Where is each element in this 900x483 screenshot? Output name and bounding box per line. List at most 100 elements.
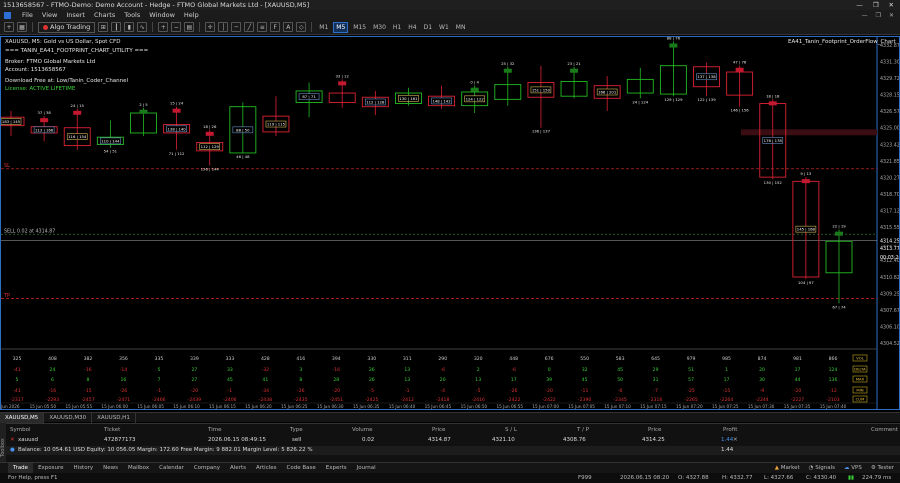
position-row[interactable]: ✕ xauusd 472877173 2026.06.15 08:49:15 s… xyxy=(0,436,900,445)
col-type[interactable]: Type xyxy=(290,427,303,433)
market-button[interactable]: ▲ Market xyxy=(775,465,800,471)
restore-icon[interactable]: ❐ xyxy=(873,1,879,9)
stat-delta-value: 13 xyxy=(404,367,410,373)
poc-value: 116 | 154 xyxy=(68,134,87,139)
col-comment[interactable]: Comment xyxy=(871,427,898,433)
menu-view[interactable]: View xyxy=(42,11,57,19)
stop-loss-label: SL xyxy=(4,163,10,169)
timeframe-h1[interactable]: H1 xyxy=(391,22,403,33)
tab-mailbox[interactable]: Mailbox xyxy=(123,463,154,474)
stat-max-value: 41 xyxy=(262,377,268,383)
stat-vol-value: 583 xyxy=(616,356,625,362)
crosshair-icon[interactable]: ✛ xyxy=(205,22,216,32)
tab-exposure[interactable]: Exposure xyxy=(33,463,68,474)
timeframe-mn[interactable]: MN xyxy=(454,22,468,33)
tester-button[interactable]: ⚙ Tester xyxy=(871,465,894,471)
col-current-price[interactable]: Price xyxy=(648,427,661,433)
zoom-in-icon[interactable]: + xyxy=(158,22,169,32)
status-profile[interactable]: F999 xyxy=(578,475,592,481)
col-ticket[interactable]: Ticket xyxy=(104,427,120,433)
zoom-out-icon[interactable]: − xyxy=(171,22,182,32)
menu-insert[interactable]: Insert xyxy=(66,11,85,19)
position-tp[interactable]: 4308.76 xyxy=(563,437,586,443)
position-close-button[interactable]: ✕ xyxy=(733,437,738,443)
position-close-icon[interactable]: ✕ xyxy=(10,437,15,443)
bar-chart-icon[interactable]: ┃ xyxy=(111,22,122,32)
stat-cum-value: -2435 xyxy=(294,397,307,403)
minimize-icon[interactable]: — xyxy=(856,1,863,9)
poc-value: 130 | 161 xyxy=(399,96,418,101)
vertical-line-icon[interactable]: │ xyxy=(218,22,229,32)
col-symbol[interactable]: Symbol xyxy=(10,427,31,433)
tab-journal[interactable]: Journal xyxy=(352,463,381,474)
tab-history[interactable]: History xyxy=(69,463,99,474)
tab-trade[interactable]: Trade xyxy=(8,462,34,474)
timeframe-m5[interactable]: M5 xyxy=(333,21,349,33)
timeframe-m30[interactable]: M30 xyxy=(371,22,388,33)
tab-calendar[interactable]: Calendar xyxy=(154,463,189,474)
shapes-icon[interactable]: ◇ xyxy=(296,22,307,32)
time-tick-label: 15 Jun 06:30 xyxy=(317,404,344,409)
position-symbol: xauusd xyxy=(18,437,38,443)
terminal-header: Symbol Ticket Time Type Volume Price S /… xyxy=(0,426,900,435)
menu-window[interactable]: Window xyxy=(149,11,175,19)
tab-alerts[interactable]: Alerts xyxy=(225,463,251,474)
signals-button[interactable]: ◔ Signals xyxy=(809,465,835,471)
stat-row-label: VOL xyxy=(856,356,865,361)
close-icon[interactable]: ✕ xyxy=(889,1,894,9)
tab-articles[interactable]: Articles xyxy=(251,463,282,474)
new-chart-icon[interactable]: + xyxy=(4,22,14,32)
menu-tools[interactable]: Tools xyxy=(124,11,140,19)
line-chart-icon[interactable]: ∿ xyxy=(137,22,148,32)
menu-file[interactable]: File xyxy=(22,11,33,19)
chart-window[interactable]: 4332.87 4331.30 4329.72 4328.15 4326.57 4325.… xyxy=(0,36,900,410)
stat-vol-value: 874 xyxy=(758,356,767,362)
chart-tab-m5[interactable]: XAUUSD,M5 xyxy=(0,412,45,423)
footprint-chart[interactable]: 4332.874331.304329.724328.154326.574325.… xyxy=(1,37,899,409)
stat-delta-value: 1 xyxy=(725,367,728,373)
col-time[interactable]: Time xyxy=(208,427,221,433)
timeframe-d1[interactable]: D1 xyxy=(422,22,434,33)
vps-button[interactable]: ☁ VPS xyxy=(844,465,862,471)
tab-experts[interactable]: Experts xyxy=(321,463,352,474)
menu-help[interactable]: Help xyxy=(184,11,199,19)
col-price[interactable]: Price xyxy=(432,427,445,433)
trendline-icon[interactable]: ╱ xyxy=(244,22,255,32)
price-tick-label: 4328.15 xyxy=(880,93,899,99)
tab-company[interactable]: Company xyxy=(189,463,225,474)
stat-max-value: 5 xyxy=(16,377,19,383)
indicator-name: EA41_Tanin_Footprint_OrderFlow_Chart xyxy=(788,39,896,45)
chart-restore-icon[interactable]: ❐ xyxy=(876,12,881,19)
col-volume[interactable]: Volume xyxy=(352,427,372,433)
position-sl[interactable]: 4321.10 xyxy=(492,437,515,443)
chart-close-icon[interactable]: ✕ xyxy=(889,12,894,19)
chart-tab-h1[interactable]: XAUUSD,H1 xyxy=(92,412,136,423)
chart-minimize-icon[interactable]: — xyxy=(862,12,868,19)
stat-min-value: -1 xyxy=(228,388,233,394)
timeframe-h4[interactable]: H4 xyxy=(406,22,418,33)
col-tp[interactable]: T / P xyxy=(577,427,589,433)
stat-row-label: MIN xyxy=(856,388,863,393)
channel-icon[interactable]: ≡ xyxy=(257,22,268,32)
profiles-icon[interactable]: ▦ xyxy=(17,22,27,32)
tab-news[interactable]: News xyxy=(98,463,123,474)
horizontal-line-icon[interactable]: ─ xyxy=(231,22,242,32)
text-icon[interactable]: A xyxy=(283,22,294,32)
new-order-icon[interactable]: ⊞ xyxy=(98,22,109,32)
algo-trading-button[interactable]: Algo Trading xyxy=(38,21,96,33)
tile-icon[interactable]: ▤ xyxy=(184,22,195,32)
timeframe-m15[interactable]: M15 xyxy=(351,22,368,33)
timeframe-m1[interactable]: M1 xyxy=(317,22,330,33)
fibo-icon[interactable]: F xyxy=(270,22,281,32)
col-profit[interactable]: Profit xyxy=(723,427,737,433)
candle-bottom-volume: 130 | 152 xyxy=(764,180,783,185)
time-tick-label: 15 Jun 07:15 xyxy=(640,404,667,409)
stat-delta-value: -16 xyxy=(84,367,92,373)
col-sl[interactable]: S / L xyxy=(505,427,517,433)
candle-chart-icon[interactable]: ▮ xyxy=(124,22,135,32)
menu-charts[interactable]: Charts xyxy=(94,11,115,19)
timeframe-w1[interactable]: W1 xyxy=(437,22,451,33)
candle-top-volume: 25 | 32 xyxy=(501,61,515,66)
chart-tab-m30[interactable]: XAUUSD,M30 xyxy=(44,412,93,423)
tab-code-base[interactable]: Code Base xyxy=(282,463,321,474)
